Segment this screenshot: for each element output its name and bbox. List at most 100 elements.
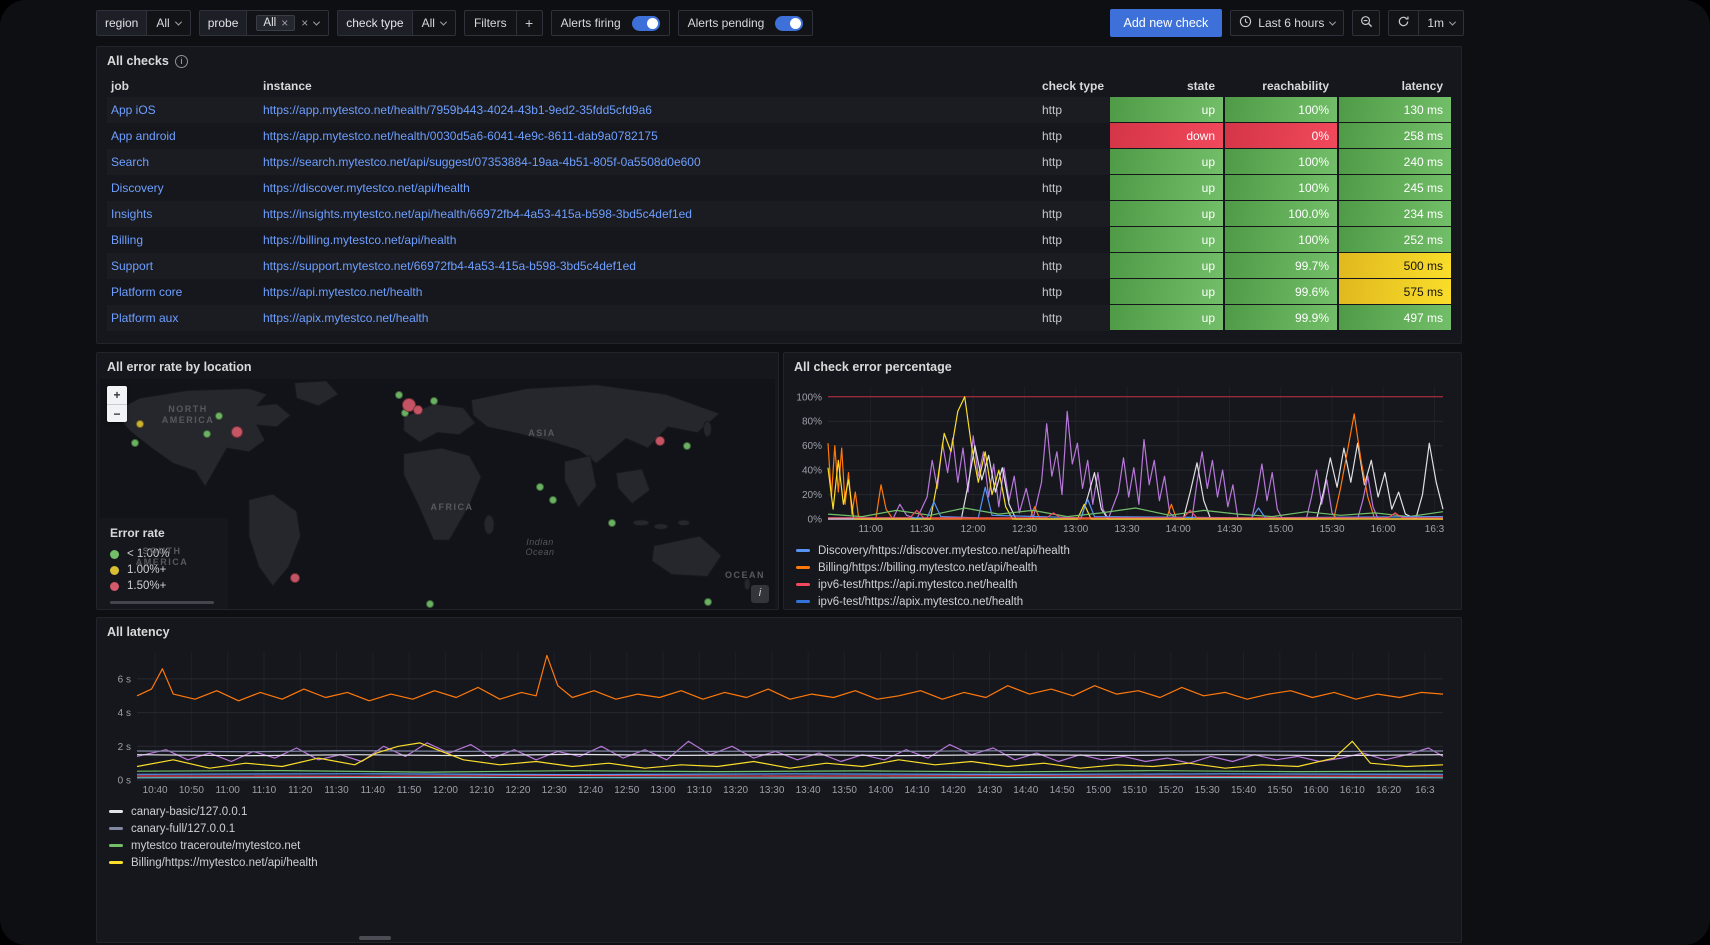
table-row[interactable]: Discoveryhttps://discover.mytestco.net/a… (107, 175, 1451, 201)
table-row[interactable]: Platform auxhttps://apix.mytestco.net/he… (107, 305, 1451, 331)
legend-swatch (109, 861, 123, 864)
map-attribution-button[interactable]: i (751, 585, 769, 603)
job-link[interactable]: Support (107, 253, 259, 279)
map-legend-scrollbar[interactable] (110, 601, 214, 604)
map-marker-low[interactable] (430, 397, 438, 405)
instance-link[interactable]: https://app.mytestco.net/health/0030d5a6… (259, 123, 1038, 149)
probe-filter[interactable]: probe All × × (199, 10, 330, 36)
region-filter[interactable]: region All (96, 10, 191, 36)
panel-title[interactable]: All latency (107, 625, 170, 639)
zoom-out-time-button[interactable] (1352, 10, 1380, 36)
map-marker-low[interactable] (426, 600, 434, 608)
instance-link[interactable]: https://apix.mytestco.net/health (259, 305, 1038, 331)
map-marker-low[interactable] (536, 483, 544, 491)
filters-control[interactable]: Filters + (464, 10, 543, 36)
job-link[interactable]: Platform core (107, 279, 259, 305)
legend-item[interactable]: 1.50%+ (110, 578, 214, 594)
job-link[interactable]: App iOS (107, 97, 259, 123)
instance-link[interactable]: https://insights.mytestco.net/api/health… (259, 201, 1038, 227)
table-row[interactable]: Platform corehttps://api.mytestco.net/he… (107, 279, 1451, 305)
map-marker-low[interactable] (395, 391, 403, 399)
table-row[interactable]: App iOShttps://app.mytestco.net/health/7… (107, 97, 1451, 123)
alerts-firing-toggle[interactable] (632, 16, 660, 31)
state-cell: up (1110, 175, 1223, 201)
panel-title[interactable]: All error rate by location (107, 360, 251, 374)
panel-title[interactable]: All checks (107, 54, 169, 68)
job-link[interactable]: Search (107, 149, 259, 175)
svg-text:12:00: 12:00 (433, 785, 458, 796)
legend-item[interactable]: Billing/https://mytestco.net/api/health (109, 854, 1461, 871)
map-marker-low[interactable] (203, 430, 211, 438)
instance-link[interactable]: https://app.mytestco.net/health/7959b443… (259, 97, 1038, 123)
refresh-interval-select[interactable]: 1m (1418, 11, 1463, 35)
col-reachability[interactable]: reachability (1223, 79, 1337, 93)
check-type-filter-label: check type (338, 11, 412, 35)
instance-link[interactable]: https://search.mytestco.net/api/suggest/… (259, 149, 1038, 175)
refresh-icon (1397, 15, 1410, 31)
col-check-type[interactable]: check type (1038, 79, 1110, 93)
table-row[interactable]: Insightshttps://insights.mytestco.net/ap… (107, 201, 1451, 227)
instance-link[interactable]: https://support.mytestco.net/66972fb4-4a… (259, 253, 1038, 279)
job-link[interactable]: Discovery (107, 175, 259, 201)
clear-filter-icon[interactable]: × (301, 17, 308, 29)
info-icon[interactable]: i (175, 55, 188, 68)
map-zoom-out-button[interactable]: − (107, 404, 127, 422)
refresh-control: 1m (1388, 10, 1464, 36)
time-range-picker[interactable]: Last 6 hours (1230, 10, 1344, 36)
table-row[interactable]: Supporthttps://support.mytestco.net/6697… (107, 253, 1451, 279)
panel-title[interactable]: All check error percentage (794, 360, 952, 374)
map-marker-high[interactable] (290, 573, 300, 583)
map-region-label: AFRICA (431, 502, 474, 512)
add-filter-button[interactable]: + (516, 11, 542, 35)
check-type-filter[interactable]: check type All (337, 10, 456, 36)
map-marker-high[interactable] (655, 436, 665, 446)
alerts-pending-toggle[interactable] (775, 16, 803, 31)
map-marker-low[interactable] (704, 598, 712, 606)
map-marker-low[interactable] (608, 519, 616, 527)
job-link[interactable]: Platform aux (107, 305, 259, 331)
instance-link[interactable]: https://discover.mytestco.net/api/health (259, 175, 1038, 201)
legend-swatch (796, 600, 810, 603)
svg-text:12:10: 12:10 (469, 785, 494, 796)
table-row[interactable]: Searchhttps://search.mytestco.net/api/su… (107, 149, 1451, 175)
job-link[interactable]: Billing (107, 227, 259, 253)
probe-filter-chip[interactable]: All × (256, 15, 295, 31)
map-marker-low[interactable] (683, 442, 691, 450)
error-percentage-chart[interactable]: 11:0011:3012:0012:3013:0013:3014:0014:30… (794, 379, 1451, 535)
job-link[interactable]: App android (107, 123, 259, 149)
region-filter-value[interactable]: All (147, 16, 189, 30)
refresh-button[interactable] (1389, 11, 1418, 35)
scrollbar-thumb[interactable] (359, 936, 391, 940)
latency-cell: 575 ms (1337, 279, 1451, 305)
instance-link[interactable]: https://billing.mytestco.net/api/health (259, 227, 1038, 253)
col-instance[interactable]: instance (259, 79, 1038, 93)
latency-chart[interactable]: 10:4010:5011:0011:1011:2011:3011:4011:50… (107, 644, 1451, 796)
col-state[interactable]: state (1110, 79, 1223, 93)
table-row[interactable]: App androidhttps://app.mytestco.net/heal… (107, 123, 1451, 149)
remove-chip-icon[interactable]: × (281, 17, 288, 29)
map-marker-low[interactable] (131, 439, 139, 447)
add-new-check-button[interactable]: Add new check (1110, 9, 1223, 37)
col-job[interactable]: job (107, 79, 259, 93)
map-zoom-in-button[interactable]: + (107, 386, 127, 404)
map-marker-low[interactable] (549, 496, 557, 504)
legend-item[interactable]: canary-basic/127.0.0.1 (109, 803, 1461, 820)
map-marker-high[interactable] (413, 405, 423, 415)
table-row[interactable]: Billinghttps://billing.mytestco.net/api/… (107, 227, 1451, 253)
legend-item[interactable]: mytestco traceroute/mytestco.net (109, 837, 1461, 854)
col-latency[interactable]: latency (1337, 79, 1451, 93)
legend-item[interactable]: ipv6-test/https://apix.mytestco.net/heal… (796, 593, 1461, 610)
job-link[interactable]: Insights (107, 201, 259, 227)
map-stage[interactable]: + − i Error rate < 1.00%1.00%+1.50%+ NOR… (100, 379, 775, 609)
map-marker-high[interactable] (231, 426, 243, 438)
check-type-cell: http (1038, 279, 1110, 305)
check-type-filter-value[interactable]: All (413, 16, 455, 30)
legend-item[interactable]: Billing/https://billing.mytestco.net/api… (796, 559, 1461, 576)
legend-item[interactable]: ipv6-test/https://api.mytestco.net/healt… (796, 576, 1461, 593)
map-marker-low[interactable] (215, 412, 223, 420)
instance-link[interactable]: https://api.mytestco.net/health (259, 279, 1038, 305)
svg-text:14:00: 14:00 (1166, 524, 1191, 535)
legend-item[interactable]: canary-full/127.0.0.1 (109, 820, 1461, 837)
map-marker-mid[interactable] (136, 420, 144, 428)
legend-item[interactable]: Discovery/https://discover.mytestco.net/… (796, 542, 1461, 559)
